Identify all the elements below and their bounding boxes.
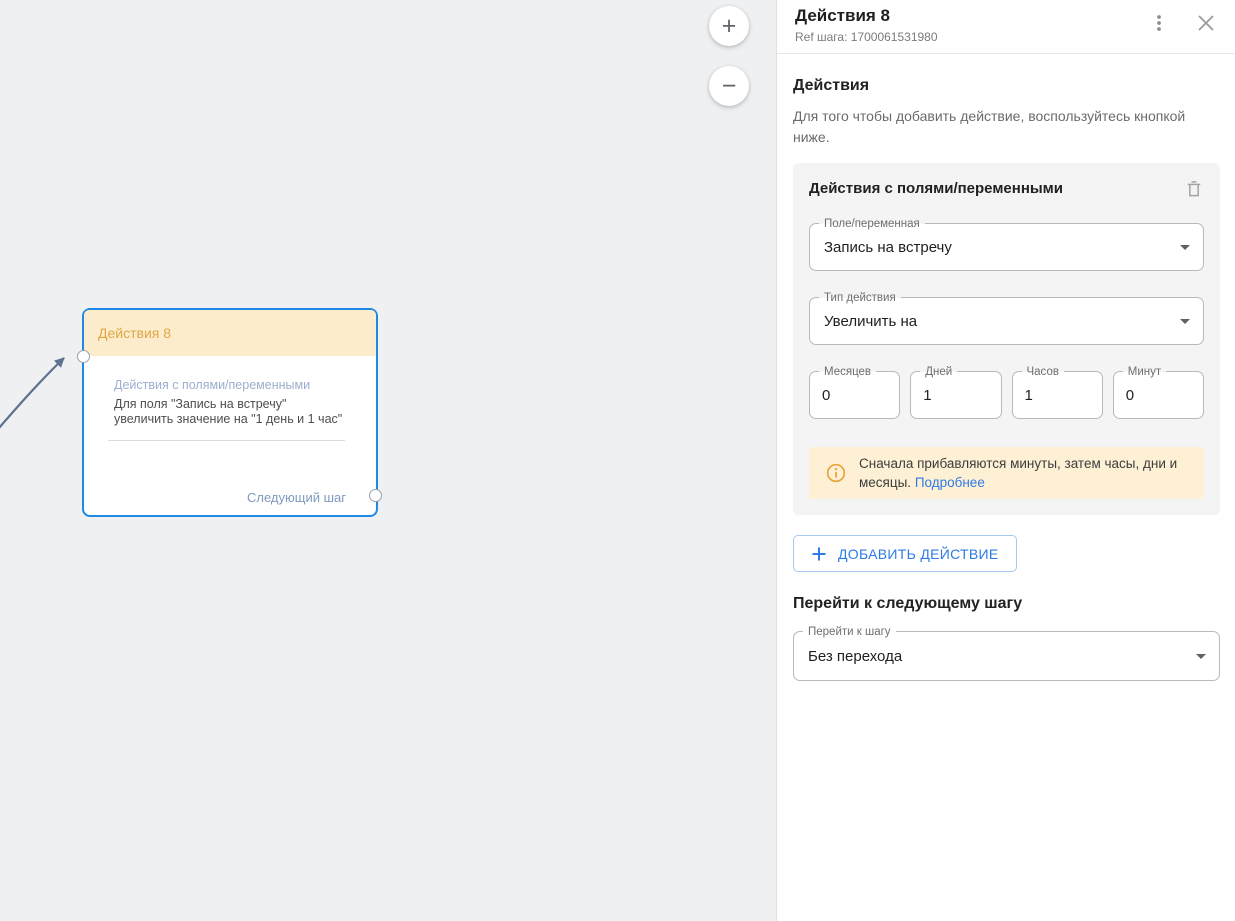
hours-field[interactable]: Часов bbox=[1012, 371, 1103, 419]
next-step-section-heading: Перейти к следующему шагу bbox=[793, 595, 1220, 613]
caret-down-icon bbox=[1180, 319, 1190, 324]
action-type-label: Тип действия bbox=[819, 290, 901, 306]
days-field[interactable]: Дней bbox=[910, 371, 1001, 419]
step-settings-panel: Действия 8 Ref шага: 1700061531980 Дейст… bbox=[776, 0, 1235, 921]
plus-icon bbox=[811, 546, 827, 562]
close-icon bbox=[1196, 13, 1216, 33]
goto-step-value: Без перехода bbox=[808, 648, 902, 665]
plus-icon: + bbox=[722, 12, 737, 40]
node-divider bbox=[108, 440, 345, 441]
zoom-out-button[interactable]: − bbox=[709, 66, 749, 106]
panel-content: Действия Для того чтобы добавить действи… bbox=[777, 77, 1235, 701]
goto-step-select[interactable]: Перейти к шагу Без перехода bbox=[793, 631, 1220, 681]
actions-section-hint: Для того чтобы добавить действие, воспол… bbox=[793, 106, 1207, 148]
kebab-menu-icon bbox=[1149, 13, 1169, 33]
info-circle-icon bbox=[826, 463, 846, 483]
trash-icon bbox=[1184, 179, 1204, 199]
actions-section-heading: Действия bbox=[793, 77, 1220, 95]
days-label: Дней bbox=[920, 364, 957, 380]
minutes-field[interactable]: Минут bbox=[1113, 371, 1204, 419]
node-input-port[interactable] bbox=[77, 350, 90, 363]
minutes-input[interactable] bbox=[1126, 387, 1191, 404]
minus-icon: − bbox=[722, 72, 737, 100]
add-action-button[interactable]: ДОБАВИТЬ ДЕЙСТВИЕ bbox=[793, 535, 1017, 572]
kebab-menu-button[interactable] bbox=[1145, 9, 1173, 37]
months-field[interactable]: Месяцев bbox=[809, 371, 900, 419]
duration-fields: Месяцев Дней Часов Минут bbox=[809, 371, 1204, 419]
close-panel-button[interactable] bbox=[1192, 9, 1220, 37]
hours-label: Часов bbox=[1022, 364, 1064, 380]
minutes-label: Минут bbox=[1123, 364, 1166, 380]
field-variable-select[interactable]: Поле/переменная Запись на встречу bbox=[809, 223, 1204, 271]
more-details-link[interactable]: Подробнее bbox=[915, 475, 985, 490]
add-action-button-label: ДОБАВИТЬ ДЕЙСТВИЕ bbox=[838, 546, 999, 562]
months-label: Месяцев bbox=[819, 364, 876, 380]
flow-canvas[interactable]: + − Действия 8 Действия с полями/перемен… bbox=[0, 0, 775, 921]
months-input[interactable] bbox=[822, 387, 887, 404]
goto-step-label: Перейти к шагу bbox=[803, 624, 896, 640]
node-next-step-label: Следующий шаг bbox=[247, 490, 346, 505]
caret-down-icon bbox=[1180, 245, 1190, 250]
hours-input[interactable] bbox=[1025, 387, 1090, 404]
node-title: Действия 8 bbox=[98, 325, 171, 341]
node-output-port[interactable] bbox=[369, 489, 382, 502]
info-box: Сначала прибавляются минуты, затем часы,… bbox=[809, 447, 1204, 499]
field-variable-value: Запись на встречу bbox=[824, 239, 952, 256]
action-type-value: Увеличить на bbox=[824, 313, 917, 330]
days-input[interactable] bbox=[923, 387, 988, 404]
action-type-select[interactable]: Тип действия Увеличить на bbox=[809, 297, 1204, 345]
info-text: Сначала прибавляются минуты, затем часы,… bbox=[859, 456, 1177, 490]
caret-down-icon bbox=[1196, 654, 1206, 659]
node-body: Действия с полями/переменными Для поля "… bbox=[84, 356, 376, 515]
action-card: Действия с полями/переменными Поле/перем… bbox=[793, 163, 1220, 515]
field-variable-label: Поле/переменная bbox=[819, 216, 925, 232]
action-card-title: Действия с полями/переменными bbox=[809, 179, 1063, 197]
delete-action-button[interactable] bbox=[1184, 179, 1204, 199]
node-header[interactable]: Действия 8 bbox=[84, 310, 376, 356]
step-node[interactable]: Действия 8 Действия с полями/переменными… bbox=[82, 308, 378, 517]
node-action-label: Действия с полями/переменными bbox=[114, 378, 350, 392]
zoom-in-button[interactable]: + bbox=[709, 6, 749, 46]
node-action-description: Для поля "Запись на встречу" увеличить з… bbox=[114, 397, 348, 427]
panel-header: Действия 8 Ref шага: 1700061531980 bbox=[777, 0, 1235, 54]
